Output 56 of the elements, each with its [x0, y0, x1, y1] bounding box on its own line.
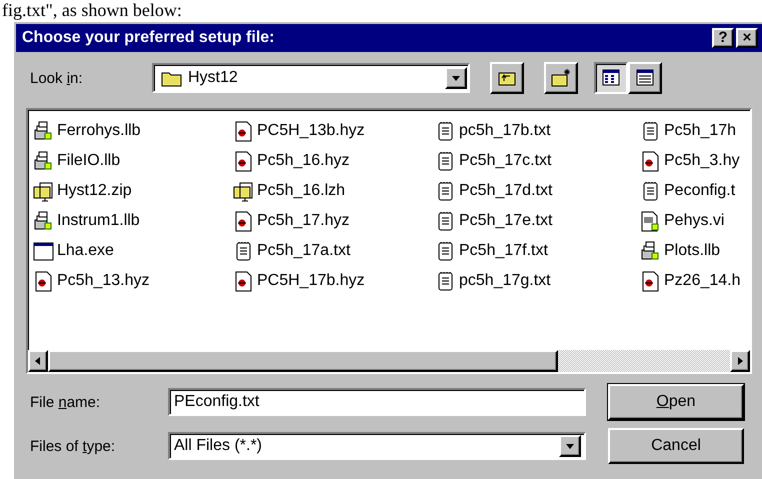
file-item[interactable]: Pehys.vi — [639, 206, 749, 236]
file-item[interactable]: Peconfig.t — [639, 176, 749, 206]
new-folder-button[interactable] — [544, 62, 578, 94]
folder-icon — [232, 180, 254, 202]
look-in-dropdown[interactable]: Hyst12 — [152, 63, 470, 93]
window-title: Choose your preferred setup file: — [22, 29, 276, 47]
details-view-button[interactable] — [628, 62, 662, 94]
scroll-right-button[interactable] — [730, 350, 750, 372]
file-item[interactable]: pc5h_17b.txt — [434, 116, 639, 146]
list-view-button[interactable] — [594, 62, 628, 94]
look-in-label: Look in: — [30, 70, 84, 86]
open-button[interactable]: Open — [608, 384, 744, 420]
file-item[interactable]: Ferrohys.llb — [32, 116, 232, 146]
file-item[interactable]: Pc5h_13.hyz — [32, 266, 232, 296]
up-folder-button[interactable] — [490, 62, 524, 94]
file-item[interactable]: Pc5h_17e.txt — [434, 206, 639, 236]
cancel-button[interactable]: Cancel — [608, 428, 744, 464]
help-button[interactable]: ? — [712, 28, 734, 48]
file-item[interactable]: PC5H_17b.hyz — [232, 266, 434, 296]
caption-text: fig.txt", as shown below: — [2, 0, 182, 20]
file-item[interactable]: Instrum1.llb — [32, 206, 232, 236]
dropdown-arrow-button[interactable] — [559, 435, 581, 457]
dropdown-arrow-button[interactable] — [445, 67, 467, 89]
library-icon — [32, 210, 54, 232]
file-item[interactable]: Pc5h_16.lzh — [232, 176, 434, 206]
file-name-label: File name: — [30, 394, 102, 410]
close-button[interactable]: × — [736, 28, 758, 48]
file-type-dropdown[interactable]: All Files (*.*) — [168, 432, 586, 460]
file-item[interactable]: pc5h_17g.txt — [434, 266, 639, 296]
file-list[interactable] — [26, 108, 752, 374]
library-icon — [32, 150, 54, 172]
horizontal-scrollbar[interactable] — [28, 350, 750, 372]
file-item[interactable]: Pc5h_17h — [639, 116, 749, 146]
folder-icon — [32, 180, 54, 202]
file-item[interactable]: PC5H_13b.hyz — [232, 116, 434, 146]
file-type-label: Files of type: — [30, 438, 116, 454]
file-item[interactable]: Pc5h_17d.txt — [434, 176, 639, 206]
file-item[interactable]: Pc5h_17f.txt — [434, 236, 639, 266]
file-item[interactable]: Pc5h_17.hyz — [232, 206, 434, 236]
file-item[interactable]: Pc5h_3.hy — [639, 146, 749, 176]
scrollbar-thumb[interactable] — [48, 350, 558, 372]
window-icon — [32, 240, 54, 262]
file-item[interactable]: Lha.exe — [32, 236, 232, 266]
file-name-field[interactable]: PEconfig.txt — [168, 388, 586, 416]
library-icon — [32, 120, 54, 142]
file-item[interactable]: Pc5h_16.hyz — [232, 146, 434, 176]
file-item[interactable]: Pc5h_17c.txt — [434, 146, 639, 176]
library-icon — [639, 240, 661, 262]
file-item[interactable]: Pc5h_17a.txt — [232, 236, 434, 266]
file-item[interactable]: Plots.llb — [639, 236, 749, 266]
file-item[interactable]: Pz26_14.h — [639, 266, 749, 296]
file-item[interactable]: FileIO.llb — [32, 146, 232, 176]
panel-icon — [639, 210, 661, 232]
new-folder-icon — [550, 67, 572, 89]
file-item[interactable]: Hyst12.zip — [32, 176, 232, 206]
scroll-left-button[interactable] — [28, 350, 48, 372]
